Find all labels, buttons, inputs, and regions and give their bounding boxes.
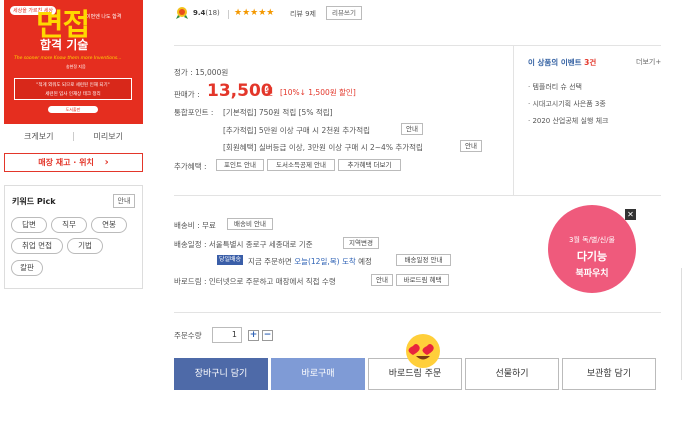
divider — [174, 195, 661, 196]
tax-deduction-info-button[interactable]: 도서소득공제 안내 — [267, 159, 335, 171]
arrival-info: 지금 주문하면 오늘(12일,목) 도착 예정 — [248, 256, 372, 267]
cover-sticker-2: 이번엔 나도 합격 — [86, 14, 122, 20]
divider — [174, 45, 661, 46]
award-icon — [176, 7, 188, 19]
divider — [228, 10, 229, 19]
keyword-tag[interactable]: 연봉 — [91, 217, 127, 233]
store-stock-label: 매장 재고 · 위치 — [38, 158, 94, 167]
shipping-fee: 배송비 : 무료 — [174, 221, 216, 230]
review-count[interactable]: 리뷰 9제 — [290, 9, 316, 19]
close-icon[interactable]: ✕ — [625, 209, 636, 220]
cover-author: 송현정 지음 — [66, 64, 86, 69]
points-member-info-button[interactable]: 안내 — [460, 140, 482, 152]
quantity-plus-button[interactable]: + — [248, 330, 259, 341]
keyword-tag[interactable]: 칼판 — [11, 260, 43, 276]
arrival-suffix: 예정 — [358, 257, 372, 266]
delivery-schedule: 배송일정 : 서울특별시 종로구 세종대로 기준 — [174, 240, 313, 249]
store-stock-button[interactable]: 매장 재고 · 위치 › — [4, 153, 143, 172]
keyword-tag[interactable]: 기법 — [67, 238, 103, 254]
keyword-info-button[interactable]: 안내 — [113, 194, 135, 208]
promo-line-3: 북파우치 — [575, 269, 609, 279]
wishlist-button[interactable]: 보관함 담기 — [562, 358, 656, 390]
same-day-badge: 당일배송 — [217, 255, 243, 265]
quantity-minus-button[interactable]: − — [262, 330, 273, 341]
quantity-input[interactable]: 1 — [212, 327, 242, 343]
event-item[interactable]: · 2020 산업공체 실행 체크 — [528, 116, 608, 126]
cover-box-text-2: 세련된 입사 인재상 테크 정리 — [45, 92, 101, 97]
points-label: 통합포인트 : — [174, 108, 214, 117]
star-rating-icon: ★★★★★ — [234, 8, 275, 18]
arrival-prefix: 지금 주문하면 — [248, 257, 292, 266]
sale-price: 13,500 — [207, 81, 273, 101]
add-to-cart-button[interactable]: 장바구니 담기 — [174, 358, 268, 390]
keyword-tag[interactable]: 답변 — [11, 217, 47, 233]
list-price: 정가 : 15,000원 — [174, 68, 229, 77]
sale-price-unit: 원 — [265, 88, 274, 98]
rating-count: (18) — [205, 9, 220, 17]
promo-line-2: 다기능 — [576, 250, 608, 263]
divider — [513, 46, 514, 195]
cover-subtitle: 합격 기술 — [40, 38, 89, 52]
benefit-label: 추가혜택 : — [174, 162, 207, 171]
point-info-button[interactable]: 포인트 안내 — [216, 159, 264, 171]
zoom-view-link[interactable]: 크게보기 — [24, 131, 53, 142]
keyword-tag[interactable]: 직무 — [51, 217, 87, 233]
barodrim-info: 바로드림 : 인터넷으로 주문하고 매장에서 직접 수령 — [174, 277, 336, 286]
promo-line-1: 3월 독/별/신/물 — [569, 236, 615, 244]
heart-eyes-emoji-icon — [406, 334, 440, 368]
delivery-schedule-info-button[interactable]: 배송일정 안내 — [396, 254, 451, 266]
sale-price-label: 판매가 : — [174, 90, 200, 99]
region-change-button[interactable]: 지역변경 — [343, 237, 379, 249]
keyword-pick-title: 키워드 Pick — [12, 197, 56, 206]
points-member: [회원혜택] 실버등급 이상, 3만원 이상 구매 시 2~4% 추가적립 — [223, 143, 423, 152]
rating-value: 9.4 — [193, 9, 206, 17]
book-cover-image[interactable]: 세상을 가르친 세상 이번엔 나도 합격 면접 합격 기술 The sooner… — [4, 0, 143, 124]
barodrim-info-button[interactable]: 안내 — [371, 274, 393, 286]
keyword-tag[interactable]: 취업 면접 — [11, 238, 63, 254]
cover-english: The sooner more Know them more Invention… — [14, 56, 122, 61]
arrival-date: 오늘(12일,목) 도착 — [294, 257, 356, 266]
points-basic: [기본적립] 750원 적립 [5% 적립] — [223, 108, 333, 117]
cover-box-text: "적게 외워도 되므로 세련된 인재 되기" — [36, 83, 110, 88]
buy-now-button[interactable]: 바로구매 — [271, 358, 365, 390]
side-panel-edge — [681, 268, 697, 380]
more-benefits-button[interactable]: 추가혜택 더보기 — [338, 159, 401, 171]
cover-text-box: "적게 외워도 되므로 세련된 인재 되기" 세련된 입사 인재상 테크 정리 — [14, 78, 132, 100]
points-extra: [추가적립] 5만원 이상 구매 시 2천원 추가적립 — [223, 126, 370, 135]
divider — [174, 312, 661, 313]
shipping-fee-info-button[interactable]: 배송비 안내 — [227, 218, 273, 230]
quantity-label: 주문수량 — [174, 331, 202, 340]
points-extra-info-button[interactable]: 안내 — [401, 123, 423, 135]
rating-score: 9.4(18) — [193, 9, 220, 17]
event-title: 이 상품의 이벤트 3건 — [528, 57, 596, 68]
event-item[interactable]: · 시대고시기획 사은품 3종 — [528, 99, 606, 109]
discount-info: [10%↓ 1,500원 할인] — [280, 88, 356, 97]
barodrim-benefit-button[interactable]: 바로드림 혜택 — [396, 274, 449, 286]
event-title-text: 이 상품의 이벤트 — [528, 58, 582, 67]
preview-link[interactable]: 미리보기 — [94, 131, 123, 142]
review-write-button[interactable]: 리뷰쓰기 — [326, 6, 362, 20]
divider — [73, 132, 74, 141]
gift-button[interactable]: 선물하기 — [465, 358, 559, 390]
event-count: 3건 — [584, 58, 597, 67]
event-item[interactable]: · 템플러티 슈 선택 — [528, 82, 582, 92]
promo-banner[interactable]: 3월 독/별/신/물 다기능 북파우치 — [548, 205, 636, 293]
cover-publisher: 도서출판 — [48, 106, 98, 113]
chevron-right-icon: › — [104, 157, 109, 168]
event-more-link[interactable]: 더보기+ — [636, 57, 661, 67]
